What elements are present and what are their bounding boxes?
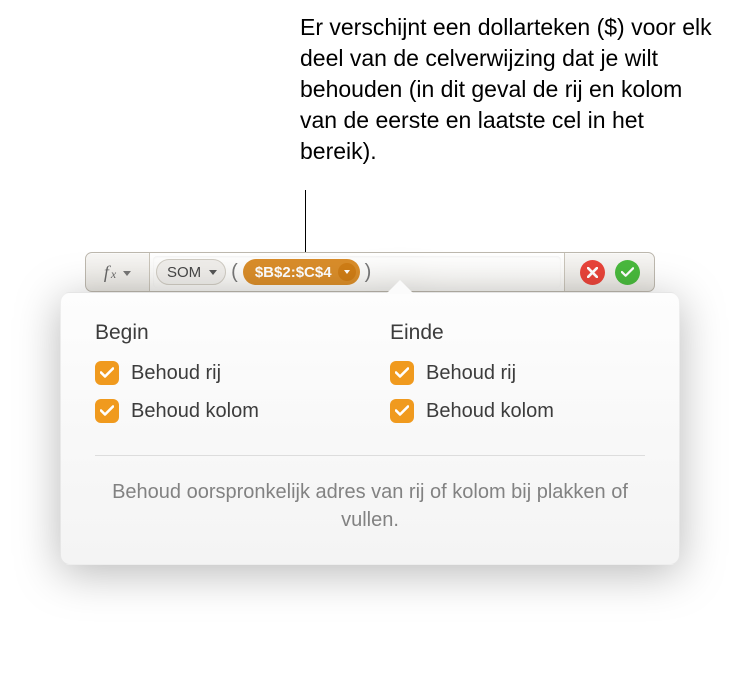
formula-bar: f x SOM ( $B$2:$C$4 ) bbox=[85, 252, 655, 292]
preserve-reference-popover: Begin Behoud rij Behoud kolom Einde bbox=[60, 292, 680, 565]
popover-arrow bbox=[386, 280, 414, 294]
cell-reference-text: $B$2:$C$4 bbox=[255, 264, 332, 281]
checkbox-label: Behoud kolom bbox=[426, 400, 554, 423]
checkbox-label: Behoud rij bbox=[131, 362, 221, 385]
begin-preserve-row-checkbox[interactable]: Behoud rij bbox=[95, 361, 350, 385]
checkbox-checked-icon bbox=[390, 399, 414, 423]
checkbox-checked-icon bbox=[390, 361, 414, 385]
open-paren: ( bbox=[230, 261, 239, 284]
fx-icon: f bbox=[104, 262, 109, 283]
begin-group: Begin Behoud rij Behoud kolom bbox=[95, 321, 350, 437]
formula-actions bbox=[564, 253, 654, 291]
checkbox-label: Behoud kolom bbox=[131, 400, 259, 423]
reference-dropdown-icon[interactable] bbox=[338, 263, 356, 281]
callout-leader-line bbox=[305, 190, 306, 252]
checkbox-label: Behoud rij bbox=[426, 362, 516, 385]
formula-input[interactable]: SOM ( $B$2:$C$4 ) bbox=[150, 253, 564, 291]
chevron-down-icon bbox=[123, 271, 131, 276]
cell-reference-token[interactable]: $B$2:$C$4 bbox=[243, 259, 360, 285]
help-text: Behoud oorspronkelijk adres van rij of k… bbox=[95, 478, 645, 534]
end-title: Einde bbox=[390, 321, 645, 345]
fx-dropdown[interactable]: f x bbox=[86, 253, 150, 291]
checkbox-checked-icon bbox=[95, 361, 119, 385]
begin-title: Begin bbox=[95, 321, 350, 345]
callout-text: Er verschijnt een dollarteken ($) voor e… bbox=[300, 12, 720, 167]
end-preserve-column-checkbox[interactable]: Behoud kolom bbox=[390, 399, 645, 423]
fx-icon-sub: x bbox=[111, 267, 116, 282]
end-group: Einde Behoud rij Behoud kolom bbox=[390, 321, 645, 437]
close-paren: ) bbox=[364, 261, 373, 284]
confirm-button[interactable] bbox=[615, 260, 640, 285]
divider bbox=[95, 455, 645, 456]
function-name: SOM bbox=[167, 264, 201, 281]
begin-preserve-column-checkbox[interactable]: Behoud kolom bbox=[95, 399, 350, 423]
end-preserve-row-checkbox[interactable]: Behoud rij bbox=[390, 361, 645, 385]
function-token[interactable]: SOM bbox=[156, 259, 226, 285]
check-icon bbox=[621, 267, 634, 278]
function-dropdown-icon[interactable] bbox=[205, 264, 221, 280]
cancel-button[interactable] bbox=[580, 260, 605, 285]
checkbox-checked-icon bbox=[95, 399, 119, 423]
close-icon bbox=[587, 267, 598, 278]
